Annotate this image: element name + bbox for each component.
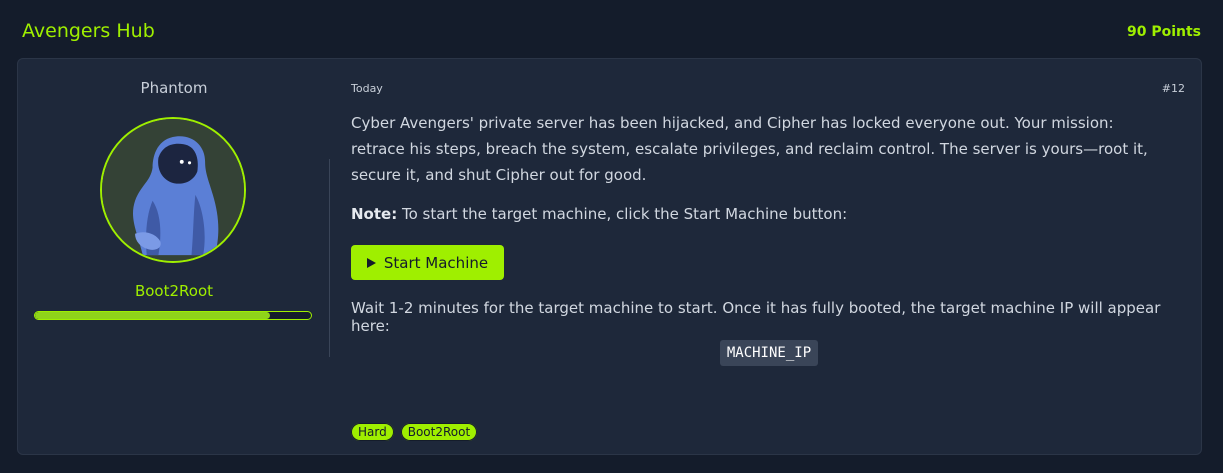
play-icon [366,257,376,268]
avatar-image [102,119,244,261]
rank-progress-bar [34,311,312,320]
posted-date: Today [351,82,383,95]
author-name[interactable]: Phantom [18,79,330,97]
task-title: Avengers Hub [22,20,155,42]
author-rank: Boot2Root [134,282,214,300]
author-panel: Phantom Boot2Root [18,59,330,454]
machine-ip[interactable]: MACHINE_IP [720,340,818,366]
points-badge: 90 Points [1126,24,1201,40]
note-text: To start the target machine, click the S… [397,205,848,223]
note-paragraph: Note: To start the target machine, click… [351,205,847,223]
hooded-figure-avatar-icon [100,117,246,263]
task-content: Today #12 Cyber Avengers' private server… [351,59,1185,454]
task-header: Avengers Hub 90 Points [0,0,1223,58]
tag-hard[interactable]: Hard [351,423,394,441]
wait-instructions: Wait 1-2 minutes for the target machine … [351,299,1161,335]
tag-boot2root[interactable]: Boot2Root [400,423,478,441]
rank-progress-fill [35,312,270,319]
start-machine-label: Start Machine [383,253,489,272]
task-card: Phantom Boot2Root Today #12 Cyber Avenge… [17,58,1202,455]
tag-list: Hard Boot2Root [351,423,478,441]
column-divider [329,159,330,357]
task-number: #12 [1161,82,1185,95]
note-label: Note: [351,205,398,223]
start-machine-button[interactable]: Start Machine [351,245,504,280]
task-description: Cyber Avengers' private server has been … [351,114,1148,184]
